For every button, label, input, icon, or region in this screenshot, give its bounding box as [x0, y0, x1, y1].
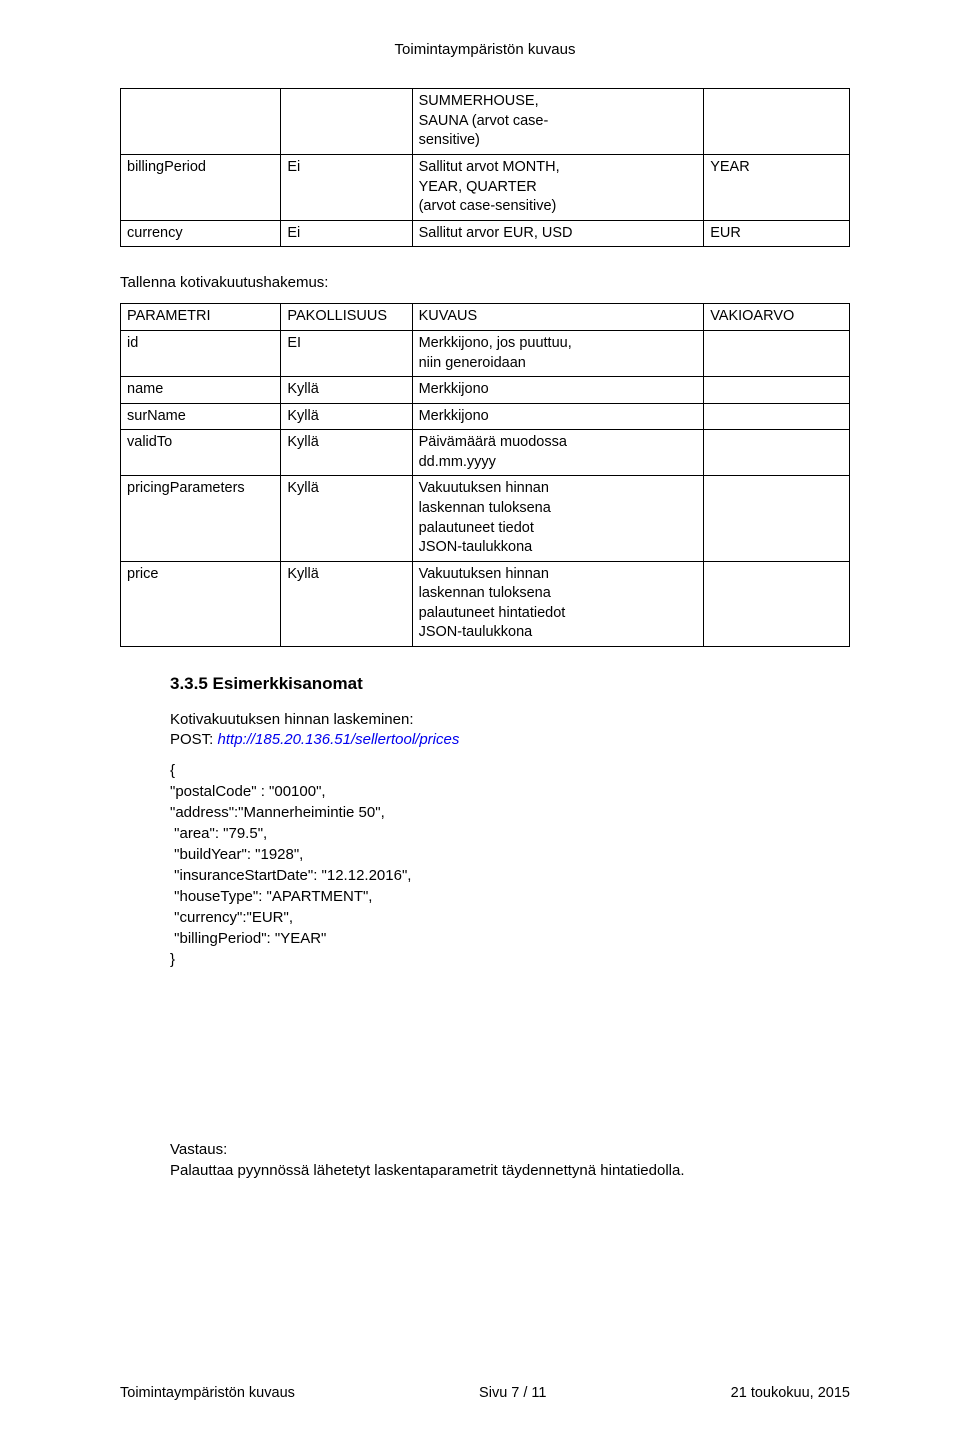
page-header: Toimintaympäristön kuvaus: [120, 40, 850, 60]
cell: Päivämäärä muodossa dd.mm.yyyy: [412, 430, 704, 476]
cell: SUMMERHOUSE, SAUNA (arvot case- sensitiv…: [412, 89, 704, 155]
cell: Sallitut arvot MONTH, YEAR, QUARTER (arv…: [412, 154, 704, 220]
cell: validTo: [121, 430, 281, 476]
table-1: SUMMERHOUSE, SAUNA (arvot case- sensitiv…: [120, 88, 850, 247]
table-2: PARAMETRI PAKOLLISUUS KUVAUS VAKIOARVO i…: [120, 303, 850, 646]
header-cell: PARAMETRI: [121, 304, 281, 331]
section-2-label: Tallenna kotivakuutushakemus:: [120, 273, 850, 293]
answer-label: Vastaus:: [170, 1140, 850, 1160]
header-cell: KUVAUS: [412, 304, 704, 331]
page: Toimintaympäristön kuvaus SUMMERHOUSE, S…: [0, 0, 960, 1430]
table-row: surName Kyllä Merkkijono: [121, 403, 850, 430]
cell: name: [121, 377, 281, 404]
cell: surName: [121, 403, 281, 430]
footer-center: Sivu 7 / 11: [479, 1384, 546, 1404]
footer: Toimintaympäristön kuvaus Sivu 7 / 11 21…: [120, 1384, 850, 1404]
cell: id: [121, 331, 281, 377]
cell: [704, 403, 850, 430]
header-title: Toimintaympäristön kuvaus: [395, 41, 576, 58]
json-line: "billingPeriod": "YEAR": [170, 928, 850, 949]
json-line: "houseType": "APARTMENT",: [170, 886, 850, 907]
header-cell: VAKIOARVO: [704, 304, 850, 331]
table-row: billingPeriod Ei Sallitut arvot MONTH, Y…: [121, 154, 850, 220]
cell: Merkkijono, jos puuttuu, niin generoidaa…: [412, 331, 704, 377]
cell: Merkkijono: [412, 377, 704, 404]
json-line: "postalCode" : "00100",: [170, 781, 850, 802]
json-line: }: [170, 949, 850, 970]
example-heading: 3.3.5 Esimerkkisanomat: [170, 673, 850, 696]
cell: [704, 377, 850, 404]
json-line: "area": "79.5",: [170, 823, 850, 844]
example-url: http://185.20.136.51/sellertool/prices: [218, 731, 460, 748]
json-line: {: [170, 760, 850, 781]
footer-left: Toimintaympäristön kuvaus: [120, 1384, 295, 1404]
json-line: "insuranceStartDate": "12.12.2016",: [170, 865, 850, 886]
cell: currency: [121, 220, 281, 247]
cell: [704, 89, 850, 155]
cell: Kyllä: [281, 430, 412, 476]
example-intro: Kotivakuutuksen hinnan laskeminen:: [170, 710, 850, 730]
cell: [121, 89, 281, 155]
cell: YEAR: [704, 154, 850, 220]
cell: EI: [281, 331, 412, 377]
cell: Vakuutuksen hinnan laskennan tuloksena p…: [412, 476, 704, 561]
cell: price: [121, 561, 281, 646]
post-label: POST:: [170, 731, 218, 748]
cell: [281, 89, 412, 155]
cell: Ei: [281, 154, 412, 220]
json-line: "currency":"EUR",: [170, 907, 850, 928]
table-row: name Kyllä Merkkijono: [121, 377, 850, 404]
example-section: 3.3.5 Esimerkkisanomat Kotivakuutuksen h…: [170, 673, 850, 970]
table-header-row: PARAMETRI PAKOLLISUUS KUVAUS VAKIOARVO: [121, 304, 850, 331]
table-row: validTo Kyllä Päivämäärä muodossa dd.mm.…: [121, 430, 850, 476]
cell: [704, 331, 850, 377]
table-row: SUMMERHOUSE, SAUNA (arvot case- sensitiv…: [121, 89, 850, 155]
cell: [704, 476, 850, 561]
table-row: id EI Merkkijono, jos puuttuu, niin gene…: [121, 331, 850, 377]
cell: Kyllä: [281, 561, 412, 646]
answer-block: Vastaus: Palauttaa pyynnössä lähetetyt l…: [170, 1140, 850, 1181]
footer-right: 21 toukokuu, 2015: [731, 1384, 850, 1404]
cell: Merkkijono: [412, 403, 704, 430]
answer-text: Palauttaa pyynnössä lähetetyt laskentapa…: [170, 1161, 850, 1181]
table-row: pricingParameters Kyllä Vakuutuksen hinn…: [121, 476, 850, 561]
cell: Sallitut arvor EUR, USD: [412, 220, 704, 247]
cell: [704, 430, 850, 476]
cell: Kyllä: [281, 403, 412, 430]
cell: EUR: [704, 220, 850, 247]
cell: Kyllä: [281, 476, 412, 561]
cell: Kyllä: [281, 377, 412, 404]
json-line: "buildYear": "1928",: [170, 844, 850, 865]
json-line: "address":"Mannerheimintie 50",: [170, 802, 850, 823]
cell: pricingParameters: [121, 476, 281, 561]
table-row: price Kyllä Vakuutuksen hinnan laskennan…: [121, 561, 850, 646]
cell: [704, 561, 850, 646]
example-post-line: POST: http://185.20.136.51/sellertool/pr…: [170, 730, 850, 750]
json-block: { "postalCode" : "00100", "address":"Man…: [170, 760, 850, 970]
table-row: currency Ei Sallitut arvor EUR, USD EUR: [121, 220, 850, 247]
cell: billingPeriod: [121, 154, 281, 220]
cell: Ei: [281, 220, 412, 247]
cell: Vakuutuksen hinnan laskennan tuloksena p…: [412, 561, 704, 646]
header-cell: PAKOLLISUUS: [281, 304, 412, 331]
